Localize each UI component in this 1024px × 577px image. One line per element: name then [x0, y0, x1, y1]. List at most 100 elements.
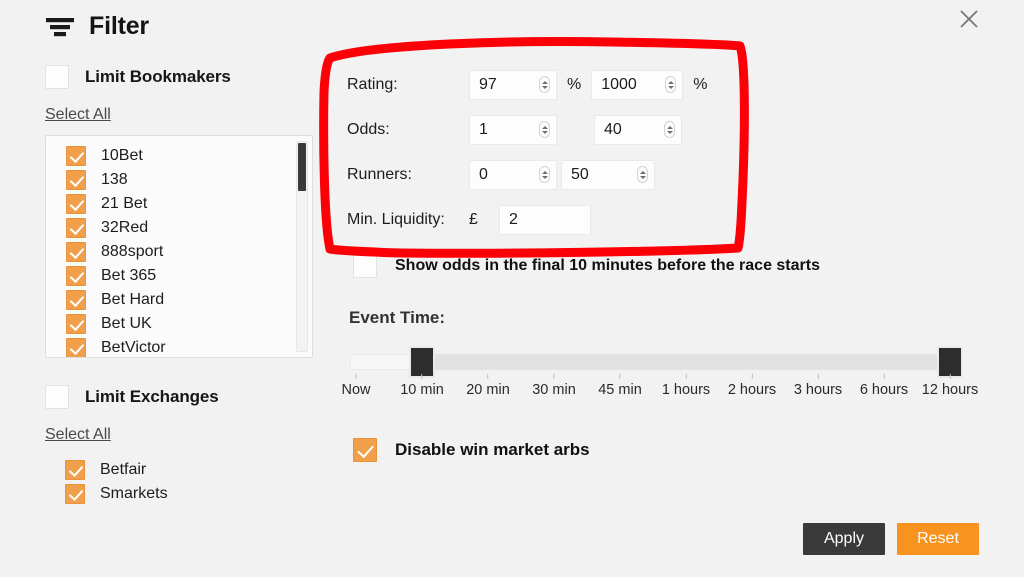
filter-dialog: Filter Limit Bookmakers Select All 10Bet…	[0, 0, 1024, 577]
bookmaker-list-item[interactable]: 138	[66, 168, 292, 192]
currency-symbol: £	[469, 210, 478, 228]
min-liquidity-value[interactable]: 2	[509, 211, 584, 229]
limit-bookmakers-label: Limit Bookmakers	[85, 67, 231, 86]
limit-exchanges-checkbox[interactable]	[45, 385, 69, 409]
exchange-checkbox[interactable]	[65, 484, 85, 504]
odds-max-stepper[interactable]	[664, 121, 675, 138]
exchanges-select-all-link[interactable]: Select All	[45, 426, 111, 444]
disable-win-market-arbs-row[interactable]: Disable win market arbs	[353, 438, 987, 462]
event-time-slider[interactable]: Now 10 min 20 min 30 min 45 min 1 hours 2 hour…	[341, 344, 987, 400]
slider-tick-mark	[421, 374, 423, 379]
slider-tick-mark	[553, 374, 555, 379]
disable-win-market-arbs-checkbox[interactable]	[353, 438, 377, 462]
bookmaker-label: 10Bet	[101, 147, 143, 164]
final-minutes-checkbox[interactable]	[353, 254, 377, 278]
rating-max-field[interactable]: 1000	[591, 69, 684, 100]
odds-max-field[interactable]: 40	[594, 114, 682, 145]
bookmaker-list-item[interactable]: 10Bet	[66, 144, 292, 168]
limit-bookmakers-toggle-row[interactable]: Limit Bookmakers	[45, 62, 320, 92]
runners-max-field[interactable]: 50	[561, 159, 655, 190]
runners-max-value[interactable]: 50	[571, 166, 637, 184]
exchange-label: Betfair	[100, 461, 147, 478]
reset-button[interactable]: Reset	[897, 523, 979, 555]
bookmaker-checkbox[interactable]	[66, 170, 86, 190]
bookmaker-list-item[interactable]: Bet 365	[66, 264, 292, 288]
bookmakers-select-all-link[interactable]: Select All	[45, 106, 111, 124]
runners-min-field[interactable]: 0	[469, 159, 557, 190]
slider-tick: 10 min	[400, 374, 444, 398]
slider-tick: 45 min	[598, 374, 642, 398]
close-icon[interactable]	[954, 4, 984, 34]
bookmaker-checkbox[interactable]	[66, 218, 86, 238]
slider-tick: 20 min	[466, 374, 510, 398]
right-panel: Rating: 97 % 1000 % Odds: 1 40 Runners: …	[341, 62, 987, 462]
bookmaker-label: 138	[101, 171, 128, 188]
apply-button[interactable]: Apply	[803, 523, 885, 555]
bookmaker-checkbox[interactable]	[66, 338, 86, 357]
odds-min-stepper[interactable]	[539, 121, 550, 138]
runners-label: Runners:	[347, 165, 412, 183]
bookmaker-checkbox[interactable]	[66, 290, 86, 310]
exchange-list-item[interactable]: Smarkets	[65, 482, 320, 506]
bookmaker-label: 21 Bet	[101, 195, 148, 212]
rating-min-stepper[interactable]	[539, 76, 550, 93]
slider-tick-mark	[817, 374, 819, 379]
bookmaker-label: Bet 365	[101, 267, 157, 284]
final-minutes-row[interactable]: Show odds in the final 10 minutes before…	[353, 254, 987, 278]
dialog-header: Filter	[45, 12, 149, 41]
slider-tick-label: 6 hours	[859, 382, 909, 398]
rating-max-value[interactable]: 1000	[601, 76, 665, 94]
bookmaker-label: BetVictor	[101, 339, 166, 356]
limit-bookmakers-checkbox[interactable]	[45, 65, 69, 89]
bookmaker-label: Bet Hard	[101, 291, 165, 308]
exchanges-list-items: Betfair Smarkets	[45, 458, 320, 506]
slider-tick: 12 hours	[922, 374, 978, 398]
bookmaker-list-item[interactable]: Bet UK	[66, 312, 292, 336]
odds-min-value[interactable]: 1	[479, 121, 539, 139]
bookmakers-scrollbar-track[interactable]	[296, 141, 308, 352]
bookmaker-list-item[interactable]: BetVictor	[66, 336, 292, 357]
bookmaker-checkbox[interactable]	[66, 242, 86, 262]
limit-exchanges-toggle-row[interactable]: Limit Exchanges	[45, 382, 320, 412]
slider-tick-mark	[487, 374, 489, 379]
bookmaker-checkbox[interactable]	[66, 266, 86, 286]
odds-min-field[interactable]: 1	[469, 114, 557, 145]
slider-tick-label: 20 min	[466, 382, 510, 398]
rating-label: Rating:	[347, 75, 398, 93]
exchange-checkbox[interactable]	[65, 460, 85, 480]
slider-tick-label: Now	[341, 382, 371, 398]
rating-max-stepper[interactable]	[665, 76, 677, 93]
slider-tick-label: 45 min	[598, 382, 642, 398]
bookmaker-checkbox[interactable]	[66, 146, 86, 166]
bookmaker-list-item[interactable]: 888sport	[66, 240, 292, 264]
slider-track[interactable]	[350, 354, 944, 370]
slider-tick-mark	[619, 374, 621, 379]
bookmaker-checkbox[interactable]	[66, 194, 86, 214]
event-time-title: Event Time:	[349, 308, 446, 327]
rating-min-value[interactable]: 97	[479, 76, 539, 94]
rating-min-unit: %	[567, 75, 582, 93]
rating-max-unit: %	[693, 75, 708, 93]
runners-min-stepper[interactable]	[539, 166, 550, 183]
min-liquidity-row: Min. Liquidity: £ 2	[347, 197, 987, 242]
rating-min-field[interactable]: 97	[469, 69, 557, 100]
rating-row: Rating: 97 % 1000 %	[347, 62, 987, 107]
exchange-list-item[interactable]: Betfair	[65, 458, 320, 482]
slider-tick-label: 30 min	[532, 382, 576, 398]
bookmakers-scrollbar-thumb[interactable]	[298, 143, 306, 191]
slider-tick: 1 hours	[662, 374, 710, 398]
slider-tick-label: 1 hours	[661, 382, 711, 398]
bookmaker-list-item[interactable]: 21 Bet	[66, 192, 292, 216]
slider-tick-mark	[355, 374, 357, 379]
disable-win-market-arbs-label: Disable win market arbs	[395, 440, 590, 459]
slider-tick: 2 hours	[728, 374, 776, 398]
bookmaker-checkbox[interactable]	[66, 314, 86, 334]
runners-min-value[interactable]: 0	[479, 166, 539, 184]
bookmaker-list-item[interactable]: Bet Hard	[66, 288, 292, 312]
exchange-label: Smarkets	[100, 485, 168, 502]
min-liquidity-field[interactable]: 2	[499, 204, 591, 235]
limit-exchanges-label: Limit Exchanges	[85, 387, 219, 406]
odds-max-value[interactable]: 40	[604, 121, 664, 139]
bookmaker-list-item[interactable]: 32Red	[66, 216, 292, 240]
runners-max-stepper[interactable]	[637, 166, 648, 183]
